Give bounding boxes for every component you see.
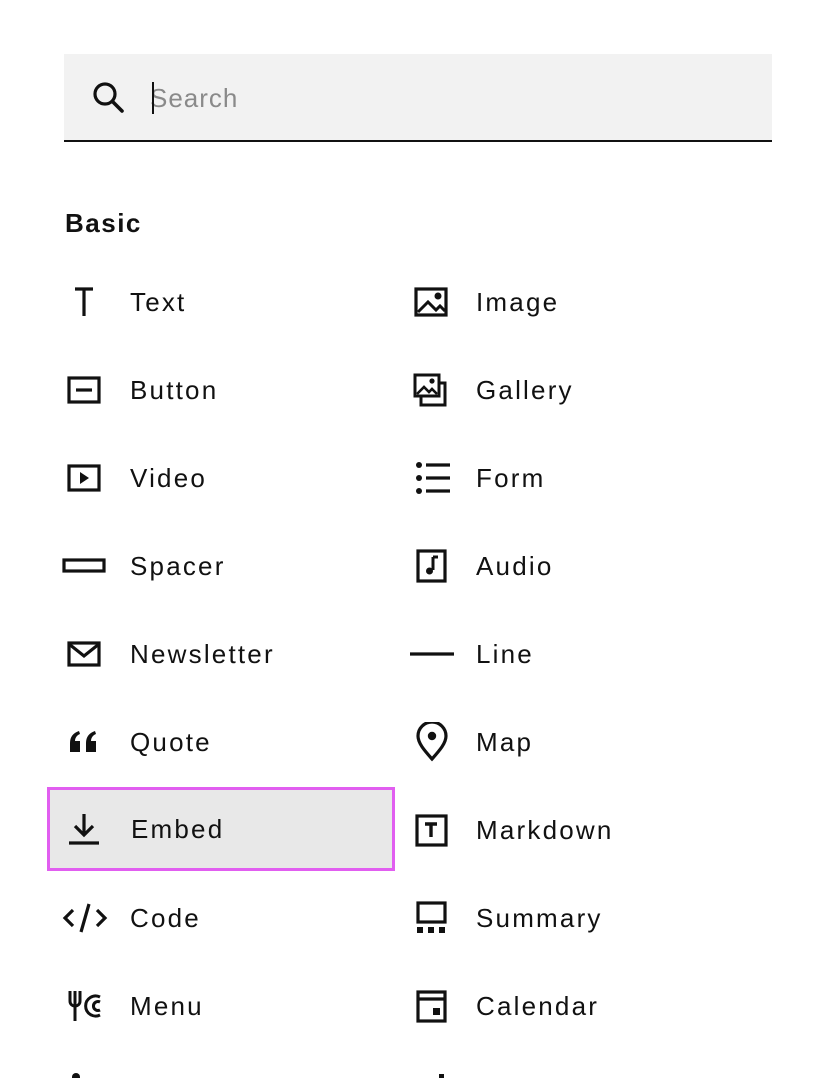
block-label: Calendar [476,991,600,1021]
block-label: Image [476,287,560,317]
markdown-icon [415,814,448,847]
block-label: Gallery [476,375,574,405]
code-icon [62,903,108,933]
block-label: Code [130,903,201,933]
block-menu[interactable]: Menu [64,966,394,1046]
block-label: Map [476,727,534,757]
block-markdown[interactable]: Markdown [410,790,740,870]
block-map[interactable]: Map [410,702,740,782]
text-caret [152,82,154,114]
music-note-icon [416,549,447,583]
block-label: Summary [476,903,603,933]
button-icon [67,376,101,404]
block-label: Video [130,463,208,493]
download-icon [69,814,99,845]
block-label: Embed [131,814,225,844]
block-text[interactable]: Text [64,262,394,342]
block-label: Audio [476,551,554,581]
map-pin-icon [416,722,448,762]
block-label: Quote [130,727,212,757]
image-icon [414,287,448,317]
envelope-icon [67,641,101,667]
quote-icon [70,731,96,752]
block-audio[interactable]: Audio [410,526,740,606]
block-label: Line [476,639,534,669]
spacer-icon [62,558,106,573]
block-spacer[interactable]: Spacer [62,526,394,606]
block-label: Markdown [476,815,614,845]
summary-icon [416,901,447,933]
text-icon [75,287,93,316]
block-quote[interactable]: Quote [64,702,394,782]
gallery-icon [413,373,447,407]
video-icon [67,464,101,492]
calendar-icon [416,990,447,1023]
section-title: Basic [65,208,142,238]
block-form[interactable]: Form [410,438,740,518]
block-video[interactable]: Video [64,438,394,518]
block-button[interactable]: Button [64,350,394,430]
block-label: Spacer [130,551,226,581]
block-label: Menu [130,991,204,1021]
block-label: Button [130,375,219,405]
block-calendar[interactable]: Calendar [410,966,740,1046]
block-label: Form [476,463,546,493]
block-embed[interactable]: Embed [47,787,395,871]
block-label: Newsletter [130,639,275,669]
block-code[interactable]: Code [62,878,394,958]
block-summary[interactable]: Summary [410,878,740,958]
block-gallery[interactable]: Gallery [410,350,740,430]
block-image[interactable]: Image [410,262,740,342]
next-row-icon-left [72,1073,80,1078]
list-icon [416,462,450,494]
block-label: Text [130,287,187,317]
fork-icon [68,991,101,1021]
block-line[interactable]: Line [410,614,740,694]
search-box[interactable] [64,54,772,142]
search-icon [93,82,124,113]
line-icon [410,652,454,656]
next-row-icon-right [439,1074,444,1078]
search-input[interactable] [150,76,740,120]
block-newsletter[interactable]: Newsletter [64,614,394,694]
